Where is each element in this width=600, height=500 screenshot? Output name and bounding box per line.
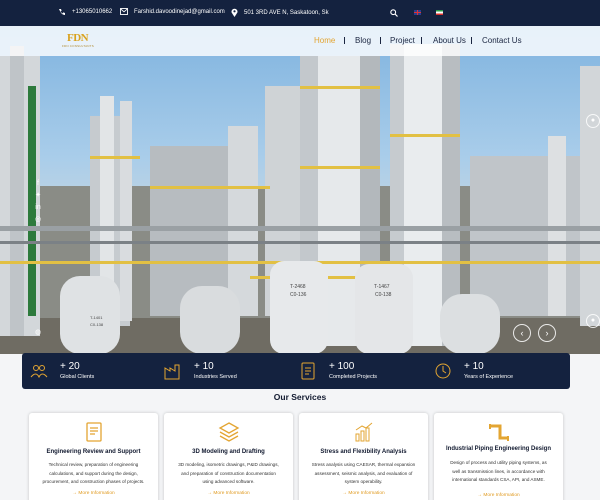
service-desc-line: international standards CSA, API, and AS… bbox=[452, 477, 545, 482]
top-info-bar: +13065010662 Farshid.davoodinejad@gmail.… bbox=[0, 0, 600, 26]
clock-icon bbox=[435, 363, 451, 379]
stat-value: + 10 bbox=[194, 361, 214, 372]
email-address: Farshid.davoodinejad@gmail.com bbox=[134, 8, 225, 15]
tank-label: C0-138 bbox=[375, 292, 392, 298]
instagram-icon[interactable]: ◎ bbox=[34, 216, 42, 224]
service-desc-line: Design of process and utility piping sys… bbox=[450, 460, 547, 465]
more-information-link[interactable]: → More Information bbox=[29, 491, 158, 496]
layers-icon bbox=[218, 422, 239, 442]
service-desc-line: procurement, and construction phases of … bbox=[42, 479, 145, 484]
more-information-link[interactable]: → More Information bbox=[434, 493, 563, 498]
nav-contact-us[interactable]: Contact Us bbox=[482, 36, 522, 45]
address-text: 501 3RD AVE N, Saskatoon, Sk bbox=[244, 9, 329, 16]
service-desc-line: Technical review, preparation of enginee… bbox=[48, 462, 139, 467]
services-title: Our Services bbox=[273, 392, 327, 402]
brand-tagline: FDN CONSULTANTS bbox=[62, 44, 94, 48]
stat-label: Global Clients bbox=[60, 374, 95, 380]
service-card[interactable]: Industrial Piping Engineering Design Des… bbox=[434, 413, 563, 500]
pipe-icon bbox=[488, 424, 509, 441]
brand-mark: FDN bbox=[67, 32, 89, 44]
slider-prev-button[interactable]: ‹ bbox=[513, 324, 531, 342]
nav-divider bbox=[471, 37, 472, 44]
phone-icon bbox=[59, 9, 65, 16]
nav-divider bbox=[421, 37, 422, 44]
clients-icon bbox=[30, 365, 48, 379]
phone-item[interactable]: +13065010662 bbox=[58, 8, 112, 16]
stat-label: Years of Experience bbox=[464, 374, 514, 380]
service-desc-line: system operability. bbox=[344, 479, 383, 484]
main-navigation: FDN FDN CONSULTANTS Home Blog Project Ab… bbox=[0, 26, 600, 56]
service-card[interactable]: Stress and Flexibility Analysis Stress a… bbox=[299, 413, 428, 500]
linkedin-icon[interactable]: in bbox=[34, 204, 42, 212]
facebook-icon[interactable]: f bbox=[34, 180, 42, 188]
slider-next-button[interactable]: › bbox=[538, 324, 556, 342]
tank-label: T-1401 bbox=[90, 315, 103, 320]
nav-project[interactable]: Project bbox=[390, 36, 415, 45]
service-title: Industrial Piping Engineering Design bbox=[445, 446, 551, 452]
address-item[interactable]: 501 3RD AVE N, Saskatoon, Sk bbox=[231, 8, 329, 17]
stat-label: Completed Projects bbox=[329, 374, 377, 380]
bar-chart-icon bbox=[355, 422, 372, 442]
persian-flag-icon[interactable] bbox=[436, 10, 443, 15]
document-icon bbox=[301, 362, 315, 380]
service-card[interactable]: 3D Modeling and Drafting 3D modeling, is… bbox=[164, 413, 293, 500]
stats-bar: + 20 Global Clients + 10 Industries Serv… bbox=[22, 353, 570, 389]
nav-blog[interactable]: Blog bbox=[355, 36, 371, 45]
scroll-indicator-icon: ◍ bbox=[34, 329, 42, 336]
side-call-icon[interactable]: ● bbox=[586, 314, 600, 328]
service-desc-line: and preparation of construction document… bbox=[181, 470, 276, 476]
stat-label: Industries Served bbox=[194, 374, 237, 380]
tank-label: C0-138 bbox=[90, 322, 104, 327]
twitter-icon[interactable]: ✦ bbox=[34, 192, 42, 200]
service-title: 3D Modeling and Drafting bbox=[192, 449, 265, 455]
stat-value: + 100 bbox=[329, 361, 355, 372]
stat-value: + 20 bbox=[60, 361, 80, 372]
tank-label: C0-136 bbox=[290, 292, 307, 298]
mail-icon bbox=[120, 8, 128, 15]
service-desc-line: calculations, and support during the des… bbox=[49, 470, 138, 476]
factory-icon bbox=[164, 364, 180, 380]
service-desc-line: assessment, seismic analysis, and evalua… bbox=[314, 470, 413, 476]
hero-banner: T-2468 T-1467 C0-138 C0-136 T-1401 C0-13… bbox=[0, 26, 600, 354]
service-desc-line: using advanced software. bbox=[202, 479, 255, 484]
nav-divider bbox=[344, 37, 345, 44]
tank-label: T-2468 bbox=[290, 284, 306, 290]
more-information-link[interactable]: → More Information bbox=[164, 491, 293, 496]
phone-number: +13065010662 bbox=[72, 9, 113, 15]
more-information-link[interactable]: → More Information bbox=[299, 491, 428, 496]
service-desc-line: well as transmission lines, in accordanc… bbox=[452, 468, 545, 474]
nav-about-us[interactable]: About Us bbox=[433, 36, 466, 45]
brand-logo[interactable]: FDN FDN CONSULTANTS bbox=[62, 32, 104, 50]
nav-home[interactable]: Home bbox=[314, 36, 335, 45]
nav-divider bbox=[380, 37, 381, 44]
search-icon[interactable] bbox=[390, 9, 398, 17]
side-whatsapp-icon[interactable]: ● bbox=[586, 114, 600, 128]
service-title: Engineering Review and Support bbox=[46, 449, 141, 455]
english-flag-icon[interactable] bbox=[414, 10, 421, 15]
location-pin-icon bbox=[231, 8, 238, 17]
email-item[interactable]: Farshid.davoodinejad@gmail.com bbox=[120, 8, 225, 15]
stat-value: + 10 bbox=[464, 361, 484, 372]
service-desc-line: Stress analysis using CAESAR, thermal ex… bbox=[311, 462, 416, 467]
document-icon bbox=[85, 422, 102, 442]
page: T-2468 T-1467 C0-138 C0-136 T-1401 C0-13… bbox=[0, 0, 600, 500]
service-card[interactable]: Engineering Review and Support Technical… bbox=[29, 413, 158, 500]
service-title: Stress and Flexibility Analysis bbox=[320, 449, 407, 455]
service-desc-line: 3D modeling, isometric drawings, P&ID dr… bbox=[178, 462, 279, 467]
tank-label: T-1467 bbox=[374, 284, 390, 290]
refinery-illustration: T-2468 T-1467 C0-138 C0-136 T-1401 C0-13… bbox=[0, 44, 600, 354]
